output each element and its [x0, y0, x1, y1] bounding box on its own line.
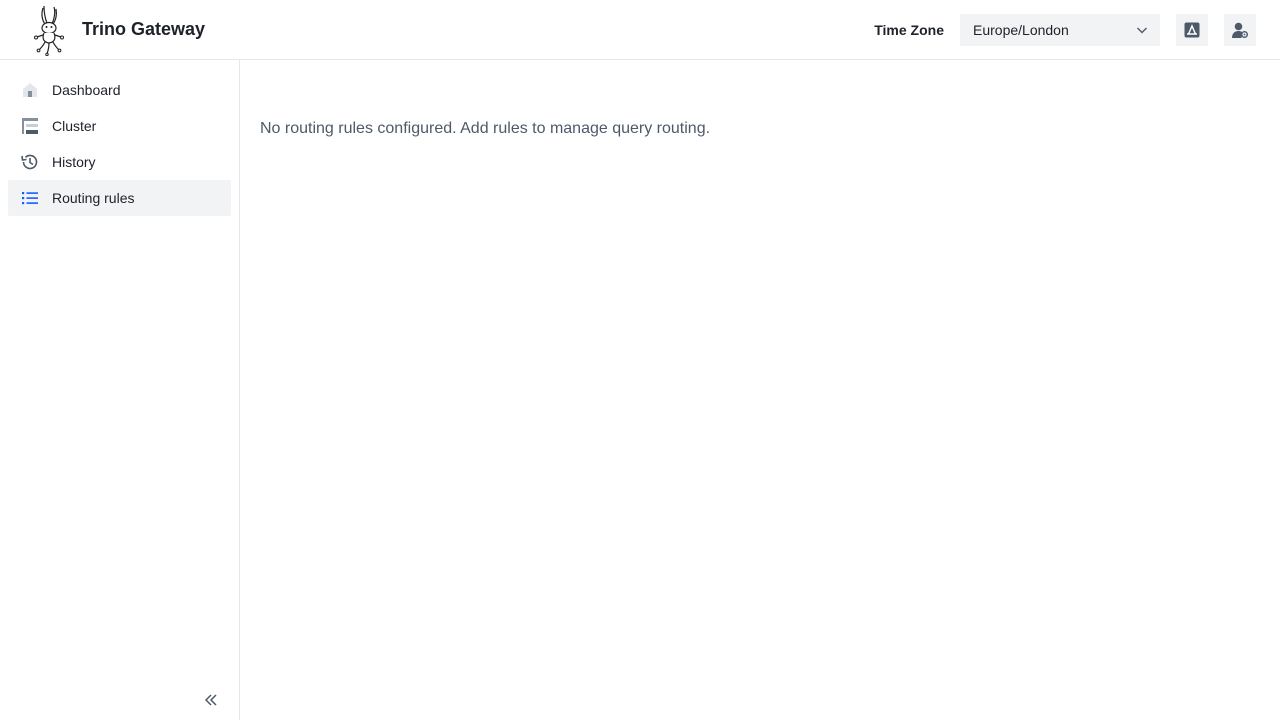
- timezone-select-value: Europe/London: [973, 21, 1069, 38]
- timezone-label: Time Zone: [874, 21, 944, 38]
- cluster-icon: [20, 116, 40, 136]
- timezone-select[interactable]: Europe/London: [960, 13, 1160, 46]
- sidebar-item-cluster[interactable]: Cluster: [8, 108, 231, 144]
- double-chevron-left-icon: [204, 694, 217, 706]
- sidebar-item-dashboard[interactable]: Dashboard: [8, 72, 231, 108]
- top-header: Trino Gateway Time Zone Europe/London: [0, 0, 1280, 60]
- user-settings-button[interactable]: [1224, 13, 1256, 46]
- empty-state-message: No routing rules configured. Add rules t…: [260, 120, 711, 137]
- language-button[interactable]: [1176, 13, 1208, 46]
- header-actions: Time Zone Europe/London: [874, 13, 1256, 46]
- sidebar-collapse-button[interactable]: [201, 690, 221, 710]
- history-icon: [20, 152, 40, 172]
- main-content: No routing rules configured. Add rules t…: [240, 60, 1280, 720]
- trino-bunny-logo-icon: [34, 5, 64, 56]
- language-icon: [1184, 22, 1200, 37]
- sidebar-item-routing-rules[interactable]: Routing rules: [8, 180, 231, 216]
- sidebar-item-label: Cluster: [52, 118, 97, 134]
- sidebar-item-label: History: [52, 154, 96, 170]
- sidebar-menu: Dashboard Cluster History Routing rules: [0, 60, 239, 216]
- list-icon: [20, 188, 40, 208]
- sidebar-item-history[interactable]: History: [8, 144, 231, 180]
- sidebar-item-label: Routing rules: [52, 190, 135, 206]
- user-settings-icon: [1232, 22, 1248, 38]
- brand[interactable]: Trino Gateway: [32, 4, 205, 56]
- home-icon: [20, 80, 40, 100]
- chevron-down-icon: [1137, 27, 1147, 33]
- app-title: Trino Gateway: [82, 19, 206, 39]
- sidebar: Dashboard Cluster History Routing rules: [0, 60, 240, 720]
- sidebar-item-label: Dashboard: [52, 82, 121, 98]
